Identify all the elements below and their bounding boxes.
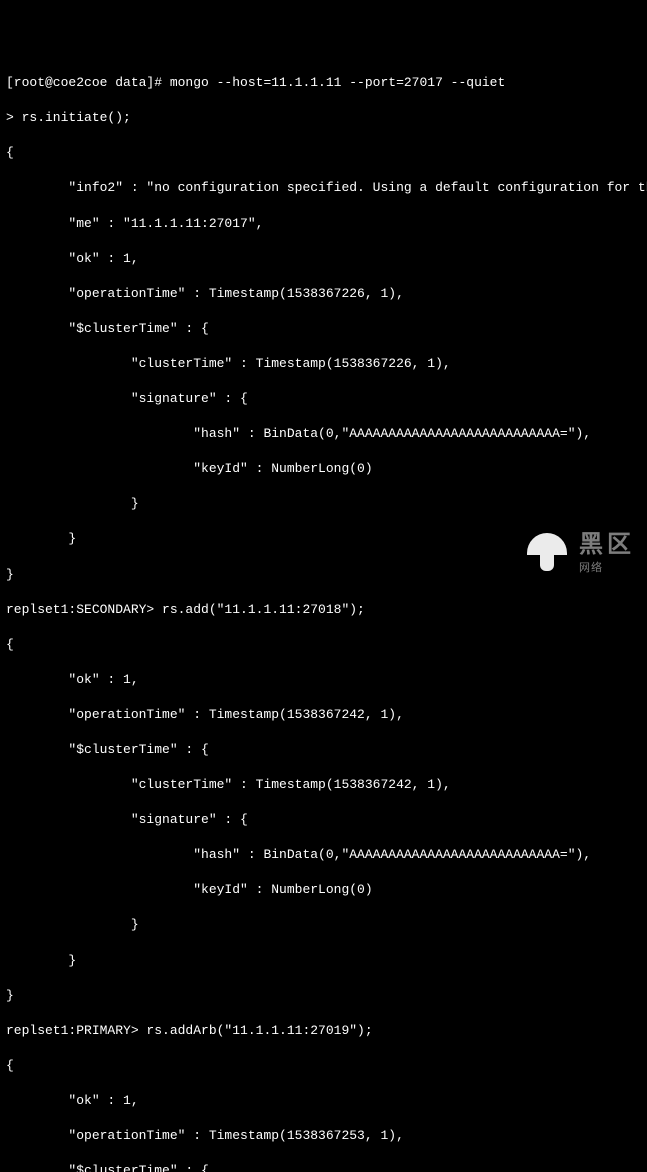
terminal-line: "info2" : "no configuration specified. U… [6,179,641,197]
terminal-line: "keyId" : NumberLong(0) [6,460,641,478]
terminal-line: replset1:SECONDARY> rs.add("11.1.1.11:27… [6,601,641,619]
terminal-line: "keyId" : NumberLong(0) [6,881,641,899]
terminal-line: "signature" : { [6,390,641,408]
terminal-line: { [6,144,641,162]
terminal-line: "operationTime" : Timestamp(1538367253, … [6,1127,641,1145]
terminal-line: > rs.initiate(); [6,109,641,127]
terminal-line: "operationTime" : Timestamp(1538367226, … [6,285,641,303]
terminal-line: "clusterTime" : Timestamp(1538367226, 1)… [6,355,641,373]
terminal-line: { [6,636,641,654]
terminal-line: [root@coe2coe data]# mongo --host=11.1.1… [6,74,641,92]
terminal-line: "hash" : BinData(0,"AAAAAAAAAAAAAAAAAAAA… [6,846,641,864]
terminal-line: "$clusterTime" : { [6,741,641,759]
terminal-line: { [6,1057,641,1075]
terminal-line: "ok" : 1, [6,250,641,268]
terminal-line: "$clusterTime" : { [6,320,641,338]
terminal-line: } [6,495,641,513]
terminal-line: "signature" : { [6,811,641,829]
terminal-line: "ok" : 1, [6,1092,641,1110]
terminal-line: "me" : "11.1.1.11:27017", [6,215,641,233]
terminal-line: "ok" : 1, [6,671,641,689]
terminal-line: } [6,530,641,548]
terminal-line: } [6,916,641,934]
terminal-line: "operationTime" : Timestamp(1538367242, … [6,706,641,724]
terminal-line: } [6,987,641,1005]
terminal-line: } [6,566,641,584]
terminal-line: "clusterTime" : Timestamp(1538367242, 1)… [6,776,641,794]
terminal-line: replset1:PRIMARY> rs.addArb("11.1.1.11:2… [6,1022,641,1040]
terminal-line: "hash" : BinData(0,"AAAAAAAAAAAAAAAAAAAA… [6,425,641,443]
terminal-line: } [6,952,641,970]
terminal-line: "$clusterTime" : { [6,1162,641,1172]
